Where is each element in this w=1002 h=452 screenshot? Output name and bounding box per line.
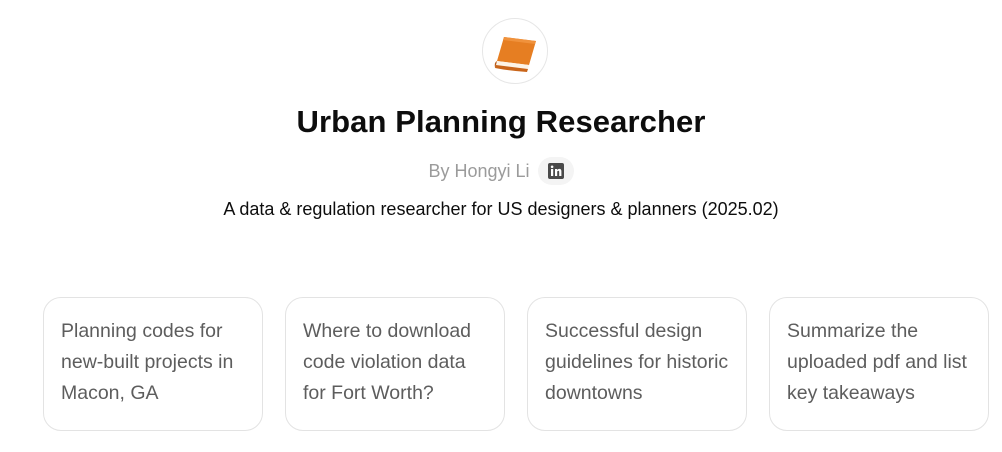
gpt-avatar bbox=[482, 18, 548, 84]
conversation-starters: Planning codes for new-built projects in… bbox=[43, 297, 989, 431]
book-icon bbox=[494, 37, 536, 72]
gpt-title: Urban Planning Researcher bbox=[296, 104, 706, 139]
starter-text: Planning codes for new-built projects in… bbox=[61, 320, 234, 404]
starter-text: Summarize the uploaded pdf and list key … bbox=[787, 320, 967, 404]
byline: By Hongyi Li bbox=[0, 157, 1002, 185]
starter-card[interactable]: Where to download code violation data fo… bbox=[285, 297, 505, 431]
gpt-description: A data & regulation researcher for US de… bbox=[223, 199, 779, 219]
linkedin-link[interactable] bbox=[537, 157, 574, 185]
author-name: By Hongyi Li bbox=[428, 160, 530, 181]
starter-text: Successful design guidelines for histori… bbox=[545, 320, 729, 404]
starter-card[interactable]: Planning codes for new-built projects in… bbox=[43, 297, 263, 431]
starter-text: Where to download code violation data fo… bbox=[303, 320, 472, 404]
gpt-landing: Urban Planning Researcher By Hongyi Li A… bbox=[0, 0, 1002, 452]
starter-card[interactable]: Summarize the uploaded pdf and list key … bbox=[769, 297, 989, 431]
linkedin-icon bbox=[547, 163, 564, 179]
starter-card[interactable]: Successful design guidelines for histori… bbox=[527, 297, 747, 431]
